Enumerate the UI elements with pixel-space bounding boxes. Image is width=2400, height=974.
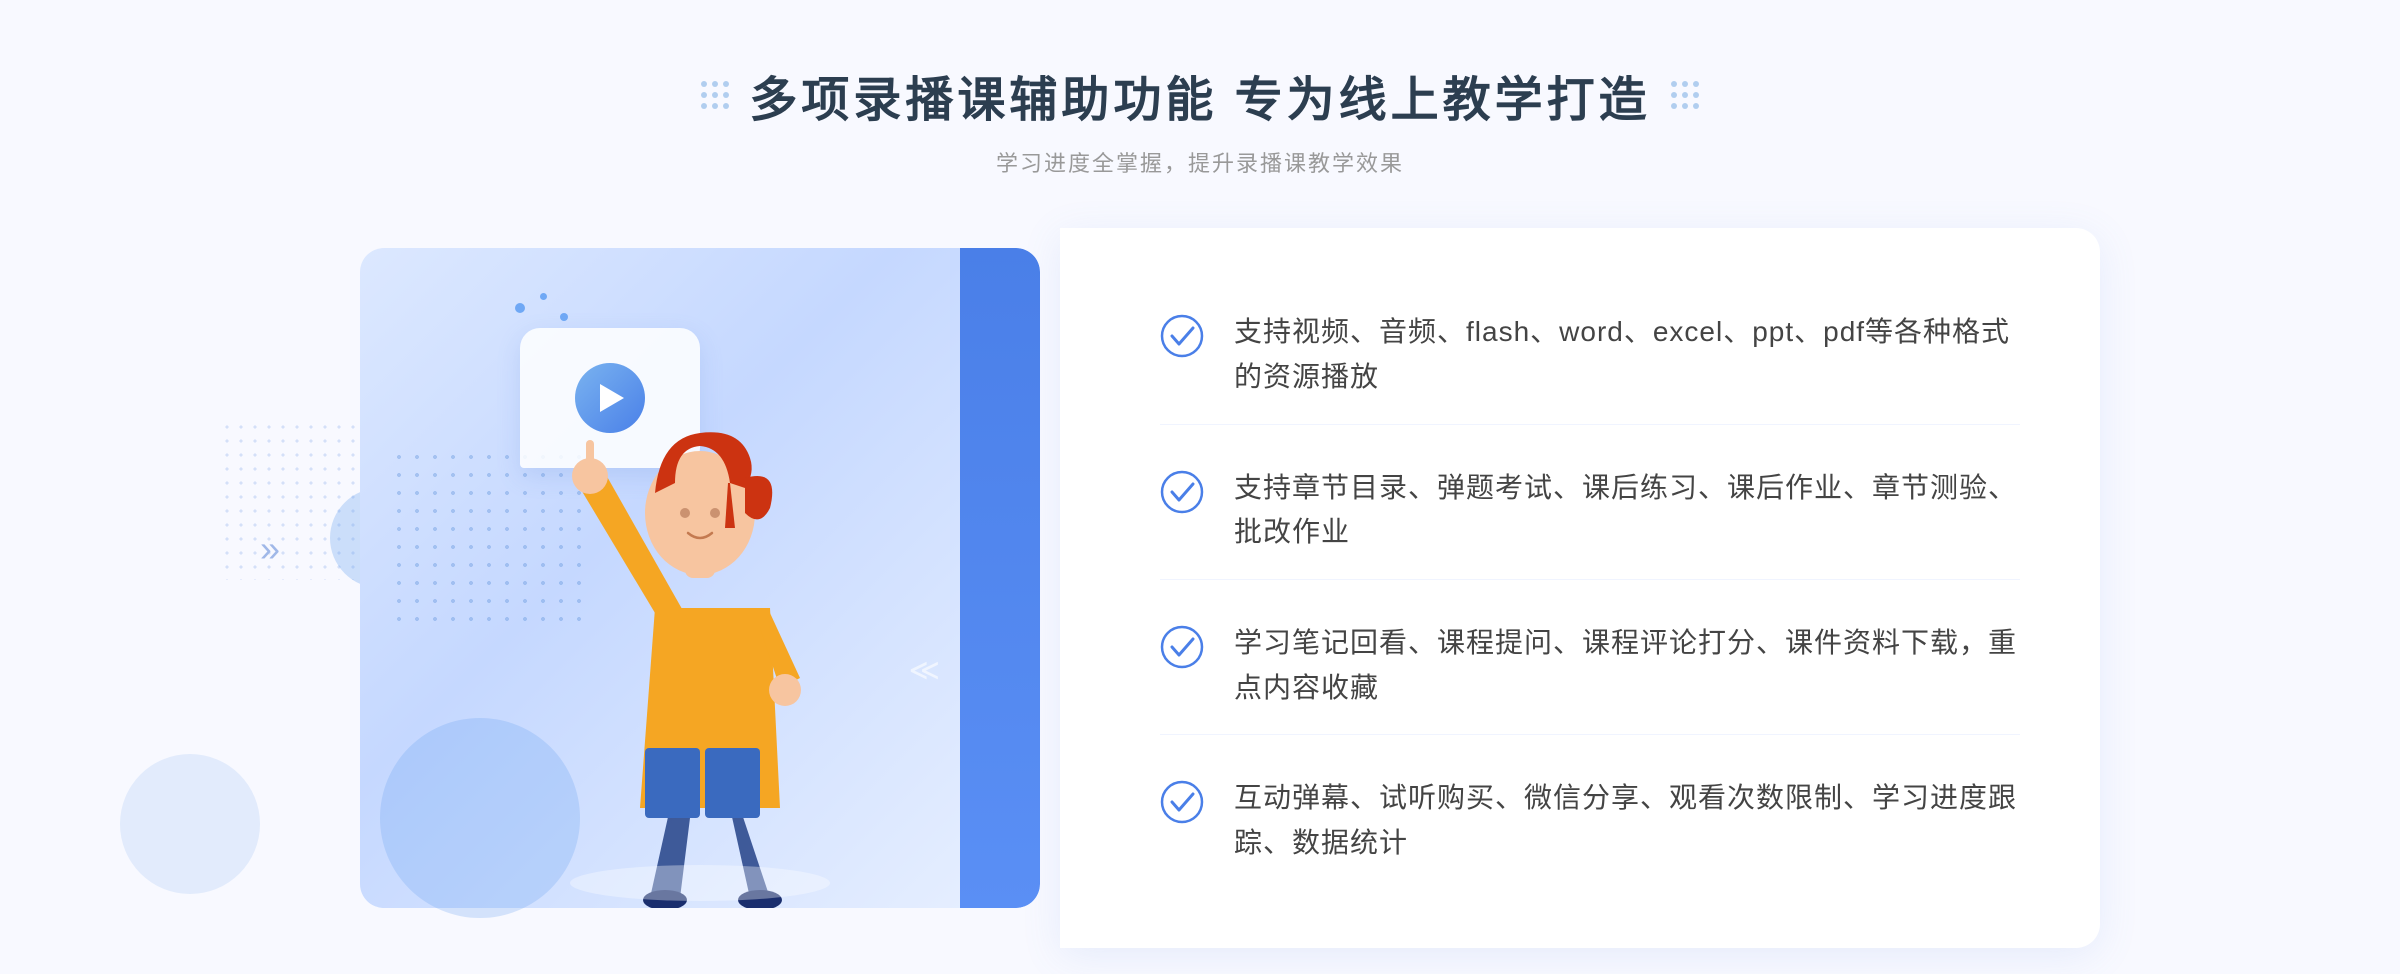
feature-text-4: 互动弹幕、试听购买、微信分享、观看次数限制、学习进度跟踪、数据统计 <box>1234 776 2020 866</box>
check-icon-1 <box>1160 314 1204 358</box>
feature-text-2: 支持章节目录、弹题考试、课后练习、课后作业、章节测验、批改作业 <box>1234 466 2020 556</box>
sparkle-2 <box>540 293 547 300</box>
check-icon-2 <box>1160 470 1204 514</box>
feature-text-1: 支持视频、音频、flash、word、excel、ppt、pdf等各种格式的资源… <box>1234 310 2020 400</box>
circle-decoration-large <box>380 718 580 918</box>
inner-chevrons-decoration: ≪ <box>909 653 940 688</box>
check-icon-3 <box>1160 625 1204 669</box>
dots-decoration-left <box>701 81 729 109</box>
title-row: 多项录播课辅助功能 专为线上教学打造 <box>701 60 1698 130</box>
features-panel: 支持视频、音频、flash、word、excel、ppt、pdf等各种格式的资源… <box>1060 228 2100 948</box>
left-chevrons: » <box>260 528 280 570</box>
blue-bar-decoration <box>960 248 1040 908</box>
feature-item-1: 支持视频、音频、flash、word、excel、ppt、pdf等各种格式的资源… <box>1160 286 2020 425</box>
check-icon-4 <box>1160 780 1204 824</box>
dots-decoration-right <box>1671 81 1699 109</box>
illustration-panel: ≪ » <box>300 228 1080 948</box>
feature-item-3: 学习笔记回看、课程提问、课程评论打分、课件资料下载，重点内容收藏 <box>1160 597 2020 736</box>
page-circle-bottom-left <box>120 754 260 894</box>
feature-text-3: 学习笔记回看、课程提问、课程评论打分、课件资料下载，重点内容收藏 <box>1234 621 2020 711</box>
sparkle-1 <box>515 303 525 313</box>
page-container: 多项录播课辅助功能 专为线上教学打造 学习进度全掌握，提升录播课教学效果 <box>0 0 2400 974</box>
content-wrapper: ≪ » 支持视频、音频、flash、word、ex <box>300 228 2100 948</box>
feature-item-4: 互动弹幕、试听购买、微信分享、观看次数限制、学习进度跟踪、数据统计 <box>1160 752 2020 890</box>
subtitle: 学习进度全掌握，提升录播课教学效果 <box>701 146 1698 178</box>
main-title: 多项录播课辅助功能 专为线上教学打造 <box>749 60 1650 130</box>
header-section: 多项录播课辅助功能 专为线上教学打造 学习进度全掌握，提升录播课教学效果 <box>701 60 1698 178</box>
sparkle-3 <box>560 313 568 321</box>
feature-item-2: 支持章节目录、弹题考试、课后练习、课后作业、章节测验、批改作业 <box>1160 442 2020 581</box>
